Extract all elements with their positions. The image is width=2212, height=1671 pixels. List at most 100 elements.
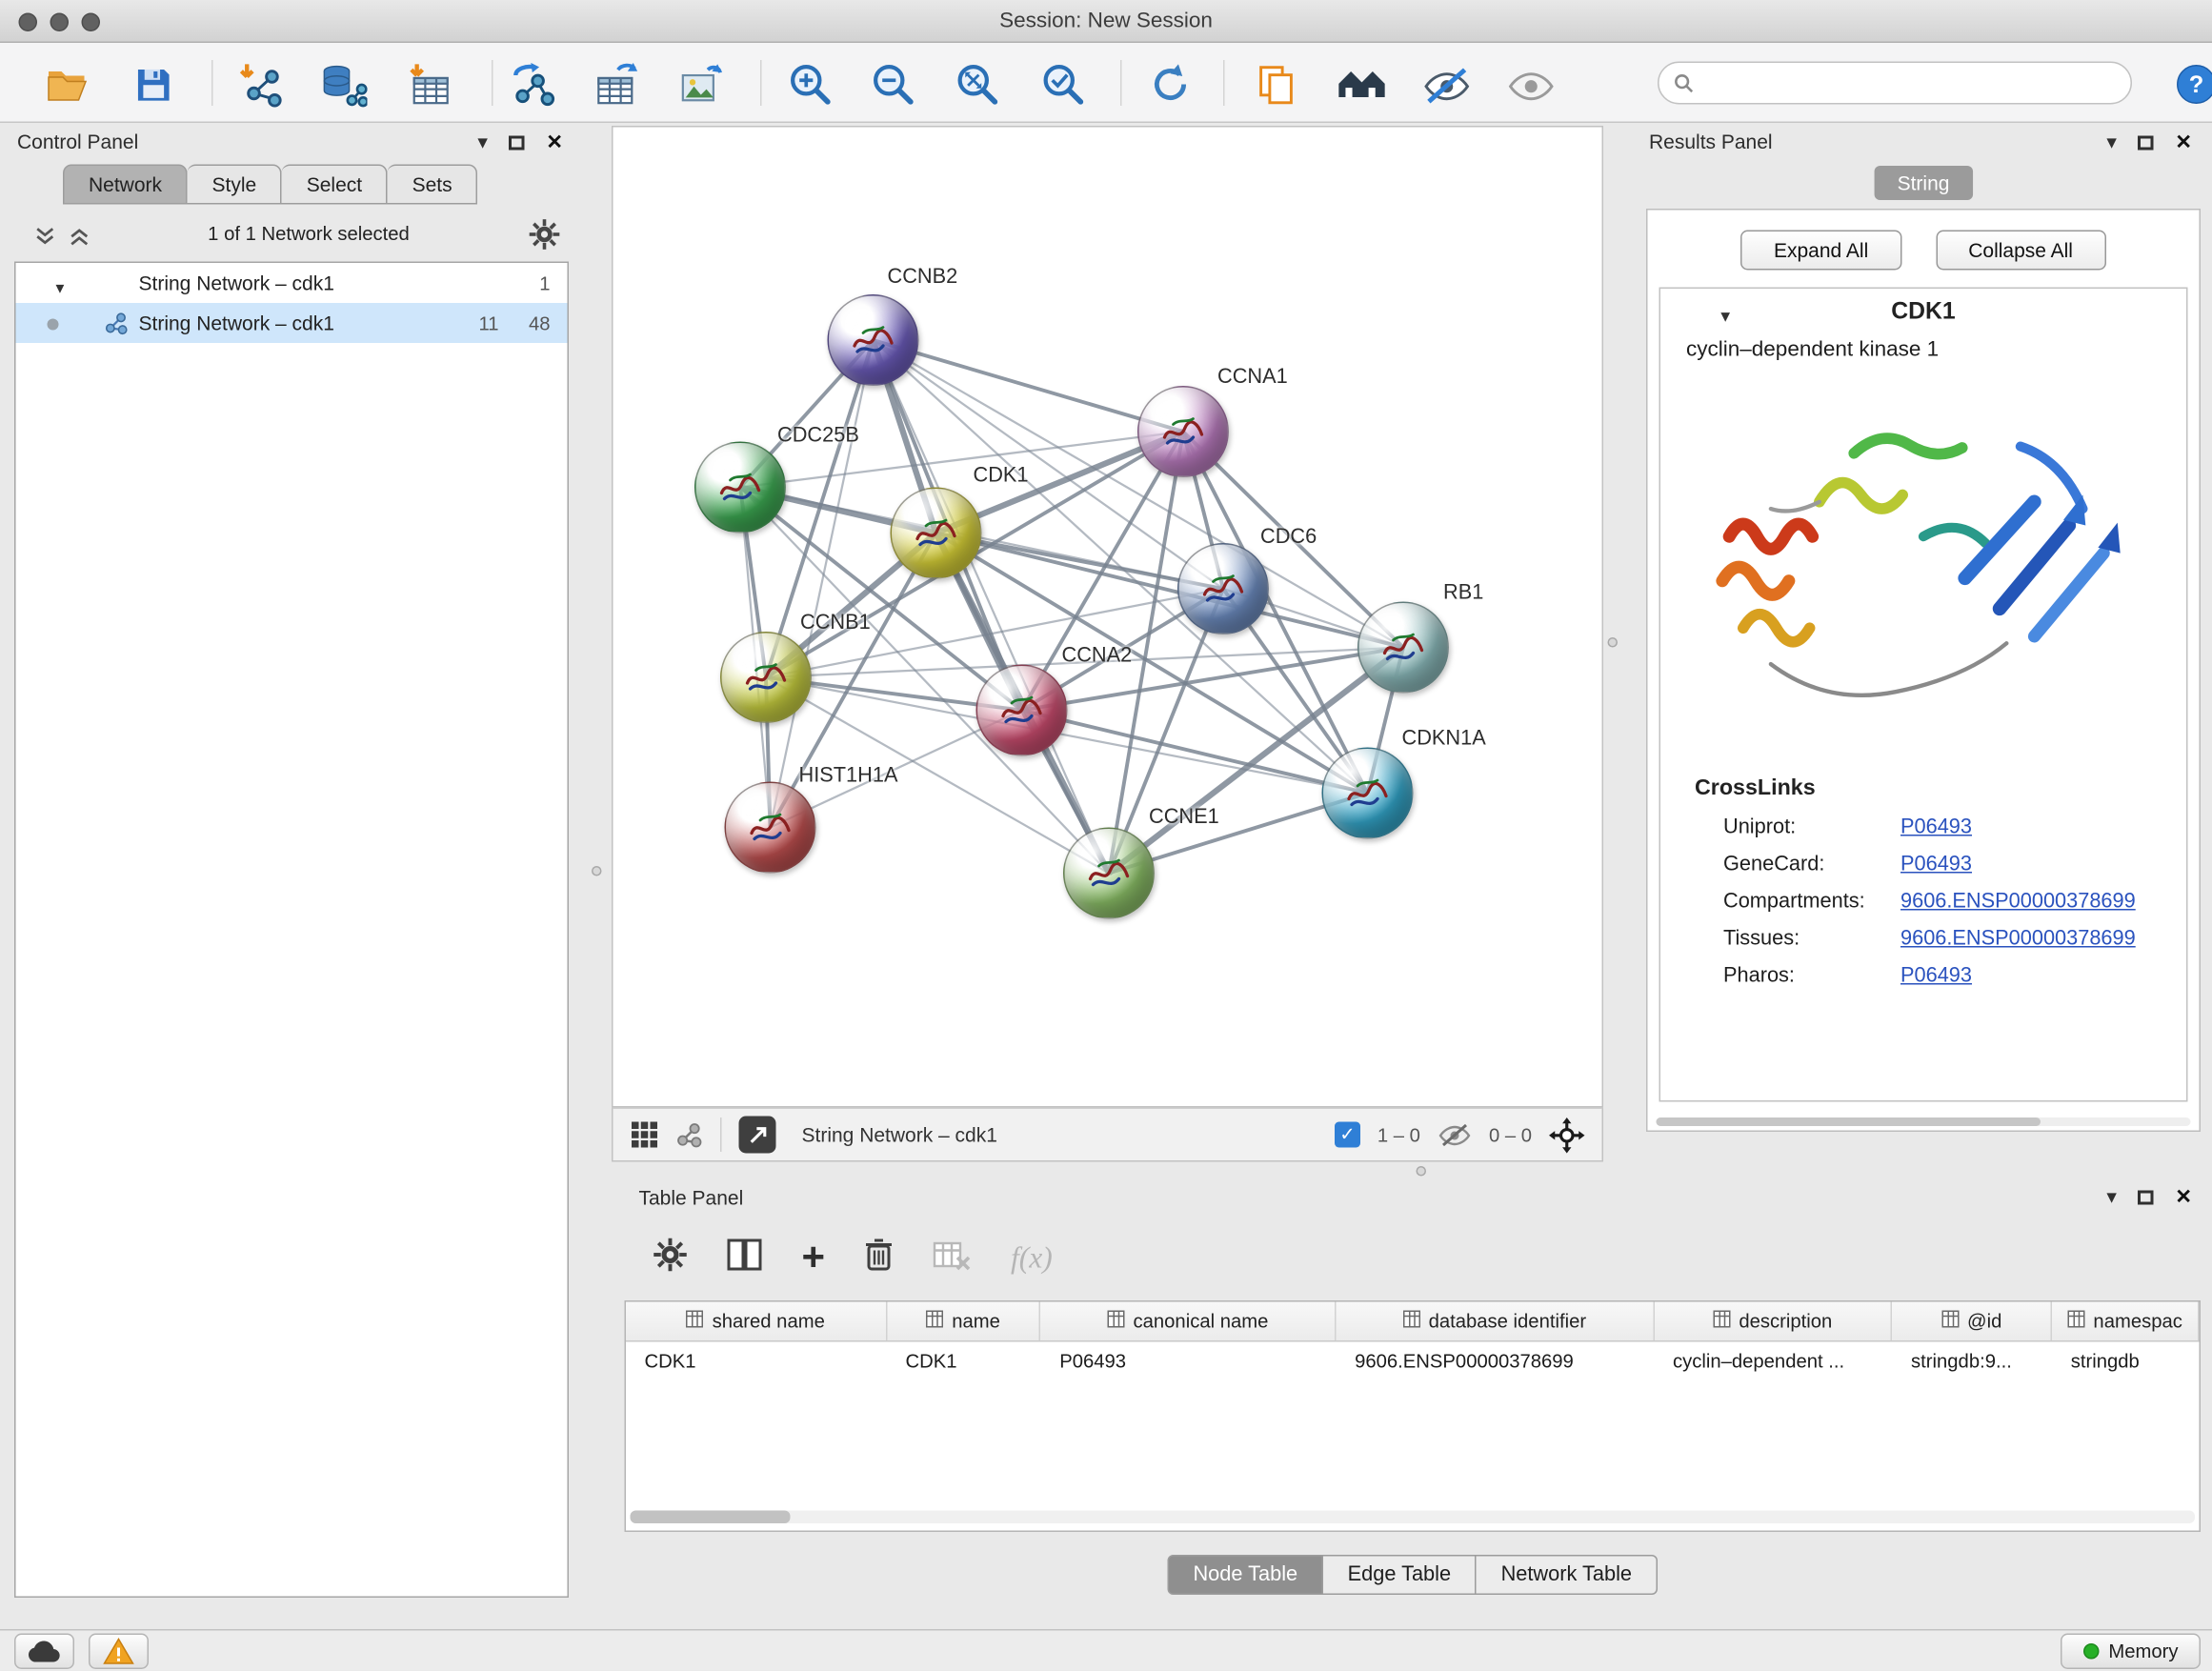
memory-button[interactable]: Memory (2061, 1634, 2201, 1670)
panel-close-icon[interactable] (2175, 131, 2192, 156)
clone-network-button[interactable] (506, 57, 560, 111)
splitter-handle[interactable] (1417, 1166, 1427, 1177)
crosslink-value[interactable]: 9606.ENSP00000378699 (1900, 891, 2136, 914)
network-node-cdc25b[interactable] (694, 442, 786, 534)
network-node-rb1[interactable] (1357, 602, 1449, 694)
export-table-button[interactable] (589, 57, 643, 111)
zoom-in-button[interactable] (783, 57, 837, 111)
pan-crosshair-icon[interactable] (1549, 1117, 1585, 1153)
delete-column-trash-icon[interactable] (865, 1237, 894, 1278)
table-cell[interactable]: CDK1 (887, 1342, 1041, 1381)
scrollbar-thumb[interactable] (1657, 1117, 2041, 1126)
scrollbar-thumb[interactable] (631, 1511, 791, 1524)
show-columns-icon[interactable] (728, 1238, 762, 1278)
network-options-gear-icon[interactable] (529, 219, 560, 258)
network-collection-row[interactable]: String Network – cdk1 1 (16, 263, 568, 303)
network-node-ccne1[interactable] (1063, 828, 1155, 919)
table-cell[interactable]: cyclin–dependent ... (1654, 1342, 1892, 1381)
column-header-namespac[interactable]: namespac (2052, 1302, 2199, 1341)
splitter-handle[interactable] (1608, 637, 1619, 648)
results-scrollbar[interactable] (1657, 1117, 2191, 1126)
table-cell[interactable]: 9606.ENSP00000378699 (1337, 1342, 1655, 1381)
network-overview-icon[interactable] (676, 1121, 704, 1149)
panel-float-icon[interactable] (509, 136, 525, 151)
network-node-ccnb1[interactable] (720, 632, 812, 723)
column-header-id[interactable]: @id (1893, 1302, 2053, 1341)
column-header-name[interactable]: name (887, 1302, 1041, 1341)
panel-close-icon[interactable] (2175, 1185, 2192, 1211)
zoom-selected-button[interactable] (1036, 57, 1091, 111)
network-node-ccnb2[interactable] (828, 294, 919, 386)
network-node-hist1h1a[interactable] (725, 782, 816, 874)
refresh-button[interactable] (1143, 57, 1197, 111)
table-cell[interactable]: stringdb (2052, 1342, 2199, 1381)
panel-float-icon[interactable] (2138, 136, 2154, 151)
network-node-ccna2[interactable] (976, 665, 1068, 756)
tab-sets[interactable]: Sets (388, 165, 478, 205)
search-box[interactable] (1658, 62, 2132, 105)
home-button[interactable] (1335, 57, 1389, 111)
tab-network-table[interactable]: Network Table (1477, 1555, 1658, 1595)
column-header-database-identifier[interactable]: database identifier (1337, 1302, 1655, 1341)
crosslink-value[interactable]: P06493 (1900, 854, 1972, 876)
import-network-database-button[interactable] (316, 57, 371, 111)
table-cell[interactable]: CDK1 (626, 1342, 887, 1381)
create-column-icon[interactable]: + (802, 1243, 826, 1272)
collapse-all-button[interactable]: Collapse All (1936, 231, 2106, 271)
open-session-button[interactable] (40, 57, 94, 111)
crosslink-value[interactable]: 9606.ENSP00000378699 (1900, 928, 2136, 951)
tab-network[interactable]: Network (63, 165, 188, 205)
panel-menu-icon[interactable] (477, 131, 488, 156)
table-cell[interactable]: stringdb:9... (1893, 1342, 2053, 1381)
network-row-selected[interactable]: String Network – cdk1 11 48 (16, 303, 568, 343)
network-node-cdkn1a[interactable] (1322, 748, 1414, 839)
birds-eye-view-icon[interactable] (631, 1120, 659, 1149)
selected-nodes-icon[interactable] (1335, 1122, 1360, 1148)
tab-edge-table[interactable]: Edge Table (1323, 1555, 1477, 1595)
hidden-counts: 0 – 0 (1489, 1124, 1532, 1146)
panel-menu-icon[interactable] (2106, 131, 2117, 156)
table-horizontal-scrollbar[interactable] (631, 1511, 2196, 1524)
help-button[interactable]: ? (2169, 57, 2212, 111)
copy-annotation-button[interactable] (1249, 57, 1303, 111)
import-table-button[interactable] (402, 57, 456, 111)
zoom-fit-button[interactable] (951, 57, 1005, 111)
panel-close-icon[interactable] (546, 131, 563, 156)
expand-all-icon[interactable] (69, 226, 90, 248)
crosslink-value[interactable]: P06493 (1900, 816, 1972, 839)
column-header-description[interactable]: description (1655, 1302, 1893, 1341)
tab-node-table[interactable]: Node Table (1167, 1555, 1323, 1595)
tab-string[interactable]: String (1875, 166, 1973, 200)
column-header-shared-name[interactable]: shared name (626, 1302, 887, 1341)
table-cell[interactable]: P06493 (1041, 1342, 1337, 1381)
import-network-file-button[interactable] (234, 57, 289, 111)
warnings-button[interactable] (89, 1634, 149, 1670)
hide-graphics-details-button[interactable] (1419, 57, 1474, 111)
tab-select[interactable]: Select (282, 165, 388, 205)
table-row[interactable]: CDK1CDK1P064939606.ENSP00000378699cyclin… (626, 1342, 2200, 1381)
column-header-label: canonical name (1134, 1311, 1269, 1333)
network-canvas[interactable]: CCNB2CCNA1CDC25BCDK1CDC6RB1CCNB1CCNA2CDK… (612, 126, 1603, 1108)
expand-all-button[interactable]: Expand All (1740, 231, 1900, 271)
open-in-new-window-button[interactable] (739, 1117, 776, 1154)
cloud-button[interactable] (14, 1634, 74, 1670)
export-image-button[interactable] (674, 57, 728, 111)
table-options-gear-icon[interactable] (654, 1237, 688, 1278)
panel-menu-icon[interactable] (2106, 1185, 2117, 1211)
disclosure-triangle-icon[interactable] (53, 274, 68, 297)
hidden-elements-icon[interactable] (1438, 1120, 1472, 1149)
zoom-out-button[interactable] (866, 57, 920, 111)
search-input[interactable] (1703, 72, 2117, 94)
section-collapse-icon[interactable] (1718, 303, 1733, 329)
network-node-cdk1[interactable] (891, 488, 982, 579)
show-graphics-details-button[interactable] (1503, 57, 1558, 111)
crosslink-value[interactable]: P06493 (1900, 965, 1972, 988)
collapse-all-icon[interactable] (34, 226, 56, 248)
network-node-cdc6[interactable] (1177, 543, 1269, 634)
save-session-button[interactable] (126, 57, 180, 111)
tab-style[interactable]: Style (188, 165, 282, 205)
network-node-ccna1[interactable] (1137, 386, 1229, 477)
column-header-canonical-name[interactable]: canonical name (1041, 1302, 1337, 1341)
splitter-handle[interactable] (592, 866, 602, 876)
panel-float-icon[interactable] (2138, 1191, 2154, 1205)
